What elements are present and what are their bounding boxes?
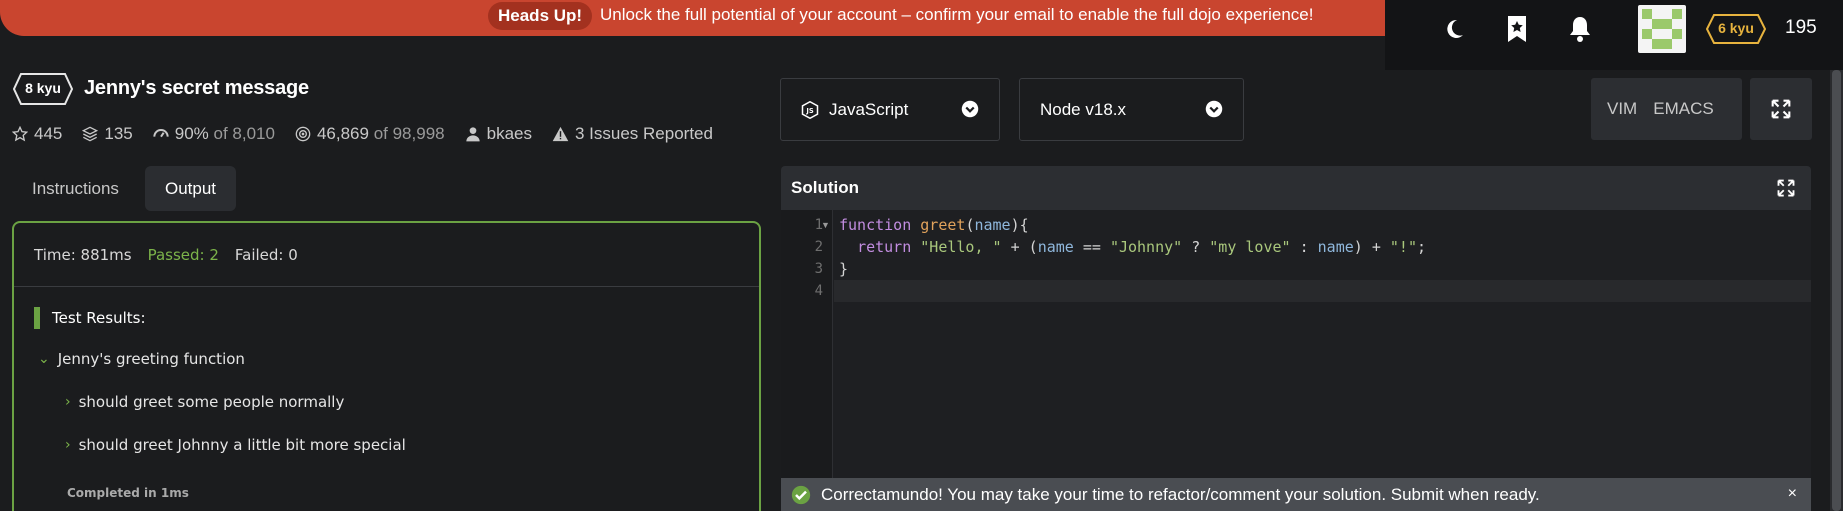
failed-count: Failed: 0	[234, 245, 298, 264]
author-name: bkaes	[486, 124, 532, 143]
completed-time: Completed in 1ms	[67, 486, 189, 500]
run-time: Time: 881ms	[34, 245, 132, 264]
bookmark-star-icon[interactable]	[1500, 12, 1534, 46]
line-number: 3	[814, 261, 823, 277]
satisfaction-total: of 8,010	[213, 124, 275, 143]
success-notification: Correctamundo! You may take your time to…	[781, 478, 1811, 511]
scrollbar-thumb[interactable]	[1832, 70, 1841, 511]
chevron-down-icon	[1205, 100, 1223, 118]
test-group-label: Jenny's greeting function	[57, 350, 245, 368]
honor-count: 195	[1785, 17, 1817, 38]
code-editor[interactable]: 1 ▼ 2 3 4 function greet(name){ return "…	[781, 210, 1811, 511]
line-number: 2	[814, 239, 823, 255]
test-group[interactable]: ⌄ Jenny's greeting function	[38, 350, 245, 368]
expand-icon	[1771, 99, 1791, 119]
runtime-value: Node v18.x	[1040, 99, 1126, 119]
stars-stat[interactable]: 445	[12, 124, 62, 144]
warning-icon	[552, 126, 569, 142]
fold-arrow-icon[interactable]: ▼	[821, 220, 830, 230]
test-item[interactable]: › should greet Johnny a little bit more …	[65, 436, 406, 454]
author-stat[interactable]: bkaes	[465, 124, 532, 144]
user-rank-label: 6 kyu	[1718, 20, 1754, 36]
kata-stats: 445 135 90% of 8,010 46,869 of 98,998 bk…	[12, 124, 733, 144]
kata-rank-label: 8 kyu	[25, 80, 61, 96]
active-line-highlight	[834, 280, 1811, 302]
emacs-button[interactable]: EMACS	[1653, 99, 1713, 119]
user-rank-badge[interactable]: 6 kyu	[1706, 13, 1766, 45]
passed-count: Passed: 2	[147, 245, 219, 264]
satisfaction-value: 90%	[174, 124, 209, 143]
keymap-toggle: VIM EMACS	[1591, 78, 1742, 140]
heads-up-badge: Heads Up!	[488, 2, 593, 30]
language-value: JavaScript	[829, 99, 909, 119]
runtime-select[interactable]: Node v18.x	[1019, 78, 1244, 141]
chevron-down-icon: ⌄	[38, 351, 50, 367]
vim-button[interactable]: VIM	[1607, 99, 1637, 119]
issues-stat[interactable]: 3 Issues Reported	[552, 124, 713, 144]
completed-stat: 46,869 of 98,998	[295, 124, 445, 144]
chevron-right-icon: ›	[65, 437, 71, 453]
output-panel: Time: 881ms Passed: 2 Failed: 0 Test Res…	[12, 221, 761, 511]
tab-output[interactable]: Output	[145, 166, 237, 211]
user-icon	[465, 127, 480, 142]
language-select[interactable]: JS JavaScript	[780, 78, 1000, 141]
solution-header: Solution	[781, 166, 1811, 210]
code-line: }	[839, 260, 849, 278]
success-message: Correctamundo! You may take your time to…	[821, 484, 1540, 504]
completed-total: of 98,998	[373, 124, 445, 143]
test-results-title: Test Results:	[34, 307, 146, 329]
line-number: 4	[814, 283, 823, 299]
kata-rank-badge: 8 kyu	[13, 72, 73, 106]
collections-stat[interactable]: 135	[82, 124, 133, 144]
collections-count: 135	[104, 124, 133, 143]
star-icon	[12, 126, 28, 142]
expand-icon[interactable]	[1777, 179, 1795, 197]
fullscreen-button[interactable]	[1750, 78, 1812, 140]
solution-label: Solution	[791, 178, 859, 197]
check-circle-icon	[791, 485, 811, 504]
avatar[interactable]	[1638, 5, 1686, 53]
completed-value: 46,869	[316, 124, 369, 143]
target-icon	[295, 126, 311, 142]
kata-title: Jenny's secret message	[84, 77, 309, 99]
javascript-icon: JS	[801, 100, 819, 119]
bell-icon[interactable]	[1563, 12, 1597, 46]
issues-label: 3 Issues Reported	[574, 124, 713, 143]
code-line: function greet(name){	[839, 216, 1029, 234]
user-toolbar	[1385, 0, 1843, 70]
code-line: return "Hello, " + (name == "Johnny" ? "…	[857, 238, 1427, 256]
layers-icon	[82, 126, 99, 142]
test-item-label: should greet Johnny a little bit more sp…	[78, 436, 406, 454]
test-item-label: should greet some people normally	[78, 393, 345, 411]
page-scrollbar[interactable]	[1830, 70, 1843, 511]
close-icon[interactable]: ×	[1788, 485, 1797, 503]
line-number: 1	[814, 217, 823, 233]
satisfaction-stat: 90% of 8,010	[153, 124, 275, 144]
test-summary: Time: 881ms Passed: 2 Failed: 0	[14, 223, 759, 287]
test-item[interactable]: › should greet some people normally	[65, 393, 344, 411]
moon-icon[interactable]	[1437, 12, 1471, 46]
svg-text:JS: JS	[805, 107, 814, 115]
banner-message[interactable]: Unlock the full potential of your accoun…	[600, 4, 1313, 26]
stars-count: 445	[34, 124, 63, 143]
satisfaction-icon	[153, 129, 169, 138]
tab-instructions[interactable]: Instructions	[12, 166, 139, 211]
line-gutter: 1 ▼ 2 3 4	[781, 210, 833, 511]
chevron-down-icon	[961, 100, 979, 118]
chevron-right-icon: ›	[65, 394, 71, 410]
